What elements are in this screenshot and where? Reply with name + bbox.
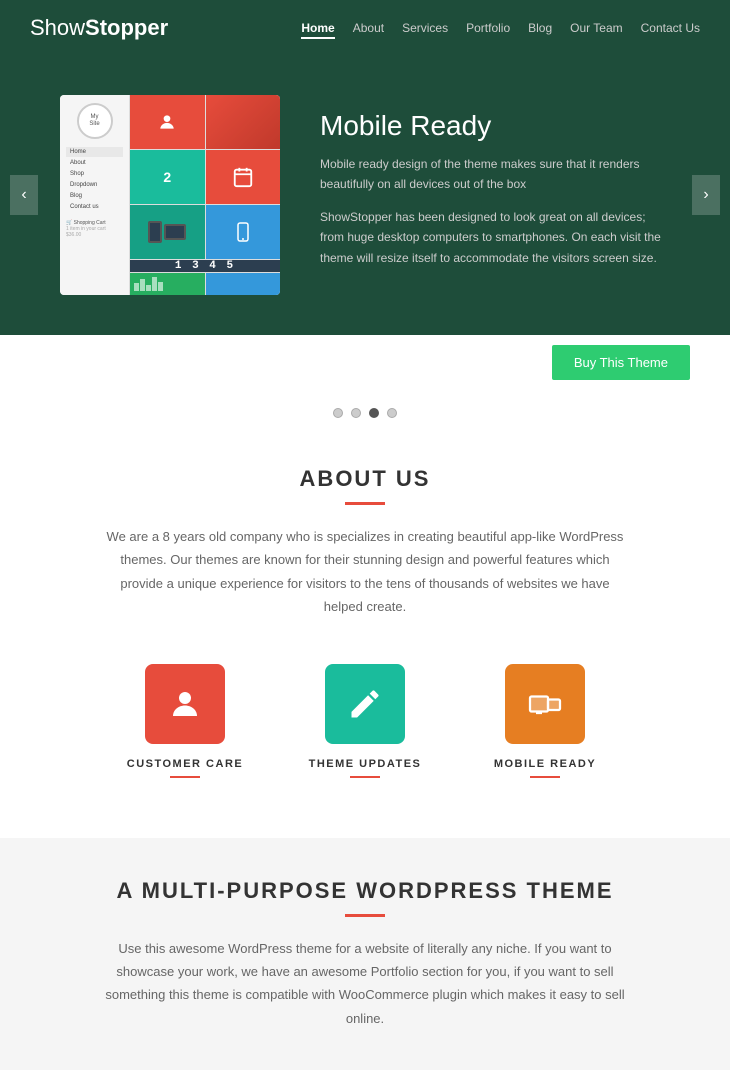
mockup-nav-shop: Shop — [66, 169, 123, 179]
nav-item-about[interactable]: About — [353, 19, 384, 37]
nav-item-contact[interactable]: Contact Us — [641, 19, 700, 37]
logo: ShowStopper — [30, 15, 168, 41]
mockup-nav-blog: Blog — [66, 191, 123, 201]
mobile-ready-line — [530, 776, 560, 778]
mockup-cell-phone — [206, 205, 281, 259]
nav-item-home[interactable]: Home — [301, 19, 334, 37]
customer-care-label: CUSTOMER CARE — [125, 758, 245, 770]
nav-item-portfolio[interactable]: Portfolio — [466, 19, 510, 37]
multi-title: A MULTI-PURPOSE WORDPRESS THEME — [80, 878, 650, 904]
multi-divider — [345, 914, 385, 917]
features-row: CUSTOMER CARE THEME UPDATES MOBILE R — [80, 654, 650, 798]
dot-2[interactable] — [351, 408, 361, 418]
mockup-logo: MySite — [77, 103, 113, 139]
multi-section: A MULTI-PURPOSE WORDPRESS THEME Use this… — [0, 838, 730, 1070]
customer-care-icon-bg — [145, 664, 225, 744]
prev-slide-button[interactable]: ‹ — [10, 175, 38, 215]
logo-bold: Stopper — [85, 15, 168, 40]
about-divider — [345, 502, 385, 505]
mockup-cell-teal: 2 — [130, 150, 205, 204]
pen-icon — [347, 686, 383, 722]
mockup-cell-red — [130, 95, 205, 149]
hero-text: Mobile Ready Mobile ready design of the … — [320, 110, 670, 280]
multi-text: Use this awesome WordPress theme for a w… — [105, 937, 625, 1031]
slide-dots — [0, 390, 730, 436]
nav-list: Home About Services Portfolio Blog Our T… — [301, 19, 700, 37]
about-text: We are a 8 years old company who is spec… — [105, 525, 625, 619]
mockup-cell-devices — [130, 205, 205, 259]
mockup-sidebar: MySite Home About Shop Dropdown Blog Con… — [60, 95, 130, 295]
hero-para1: Mobile ready design of the theme makes s… — [320, 154, 670, 195]
nav-item-ourteam[interactable]: Our Team — [570, 19, 622, 37]
mockup-nav-about: About — [66, 158, 123, 168]
about-section: ABOUT US We are a 8 years old company wh… — [0, 436, 730, 838]
hero-content: MySite Home About Shop Dropdown Blog Con… — [60, 95, 670, 295]
feature-customer-care: CUSTOMER CARE — [125, 664, 245, 778]
main-nav: Home About Services Portfolio Blog Our T… — [301, 19, 700, 37]
hero-para2: ShowStopper has been designed to look gr… — [320, 207, 670, 268]
mockup-cell-blue — [206, 273, 281, 295]
devices-icon — [527, 686, 563, 722]
feature-theme-updates: THEME UPDATES — [305, 664, 425, 778]
mockup-cell-photo — [206, 95, 281, 149]
mockup-nav-home: Home — [66, 147, 123, 157]
buy-button[interactable]: Buy This Theme — [552, 345, 690, 380]
customer-care-line — [170, 776, 200, 778]
dot-1[interactable] — [333, 408, 343, 418]
header: ShowStopper Home About Services Portfoli… — [0, 0, 730, 55]
theme-updates-line — [350, 776, 380, 778]
mockup-nav-contact: Contact us — [66, 202, 123, 212]
mockup-cell-chart — [130, 273, 205, 295]
dot-4[interactable] — [387, 408, 397, 418]
hero-title: Mobile Ready — [320, 110, 670, 142]
next-slide-button[interactable]: › — [692, 175, 720, 215]
hero-mockup: MySite Home About Shop Dropdown Blog Con… — [60, 95, 280, 295]
mockup-nav-dropdown: Dropdown — [66, 180, 123, 190]
mockup-grid: 2 1 3 4 5 — [130, 95, 280, 295]
mockup-cell-calendar — [206, 150, 281, 204]
theme-updates-icon-bg — [325, 664, 405, 744]
mobile-ready-icon-bg — [505, 664, 585, 744]
mockup-cell-clock: 1 3 4 5 — [130, 260, 280, 272]
about-title: ABOUT US — [80, 466, 650, 492]
buy-bar: Buy This Theme — [0, 335, 730, 390]
nav-item-services[interactable]: Services — [402, 19, 448, 37]
logo-light: Show — [30, 15, 85, 40]
person-icon — [167, 686, 203, 722]
feature-mobile-ready: MOBILE READY — [485, 664, 605, 778]
mockup-cart: 🛒 Shopping Cart 1 item in your cart $36.… — [66, 220, 123, 238]
dot-3[interactable] — [369, 408, 379, 418]
mobile-ready-label: MOBILE READY — [485, 758, 605, 770]
hero-section: ‹ MySite Home About Shop Dropdown Blog C… — [0, 55, 730, 335]
nav-item-blog[interactable]: Blog — [528, 19, 552, 37]
theme-updates-label: THEME UPDATES — [305, 758, 425, 770]
